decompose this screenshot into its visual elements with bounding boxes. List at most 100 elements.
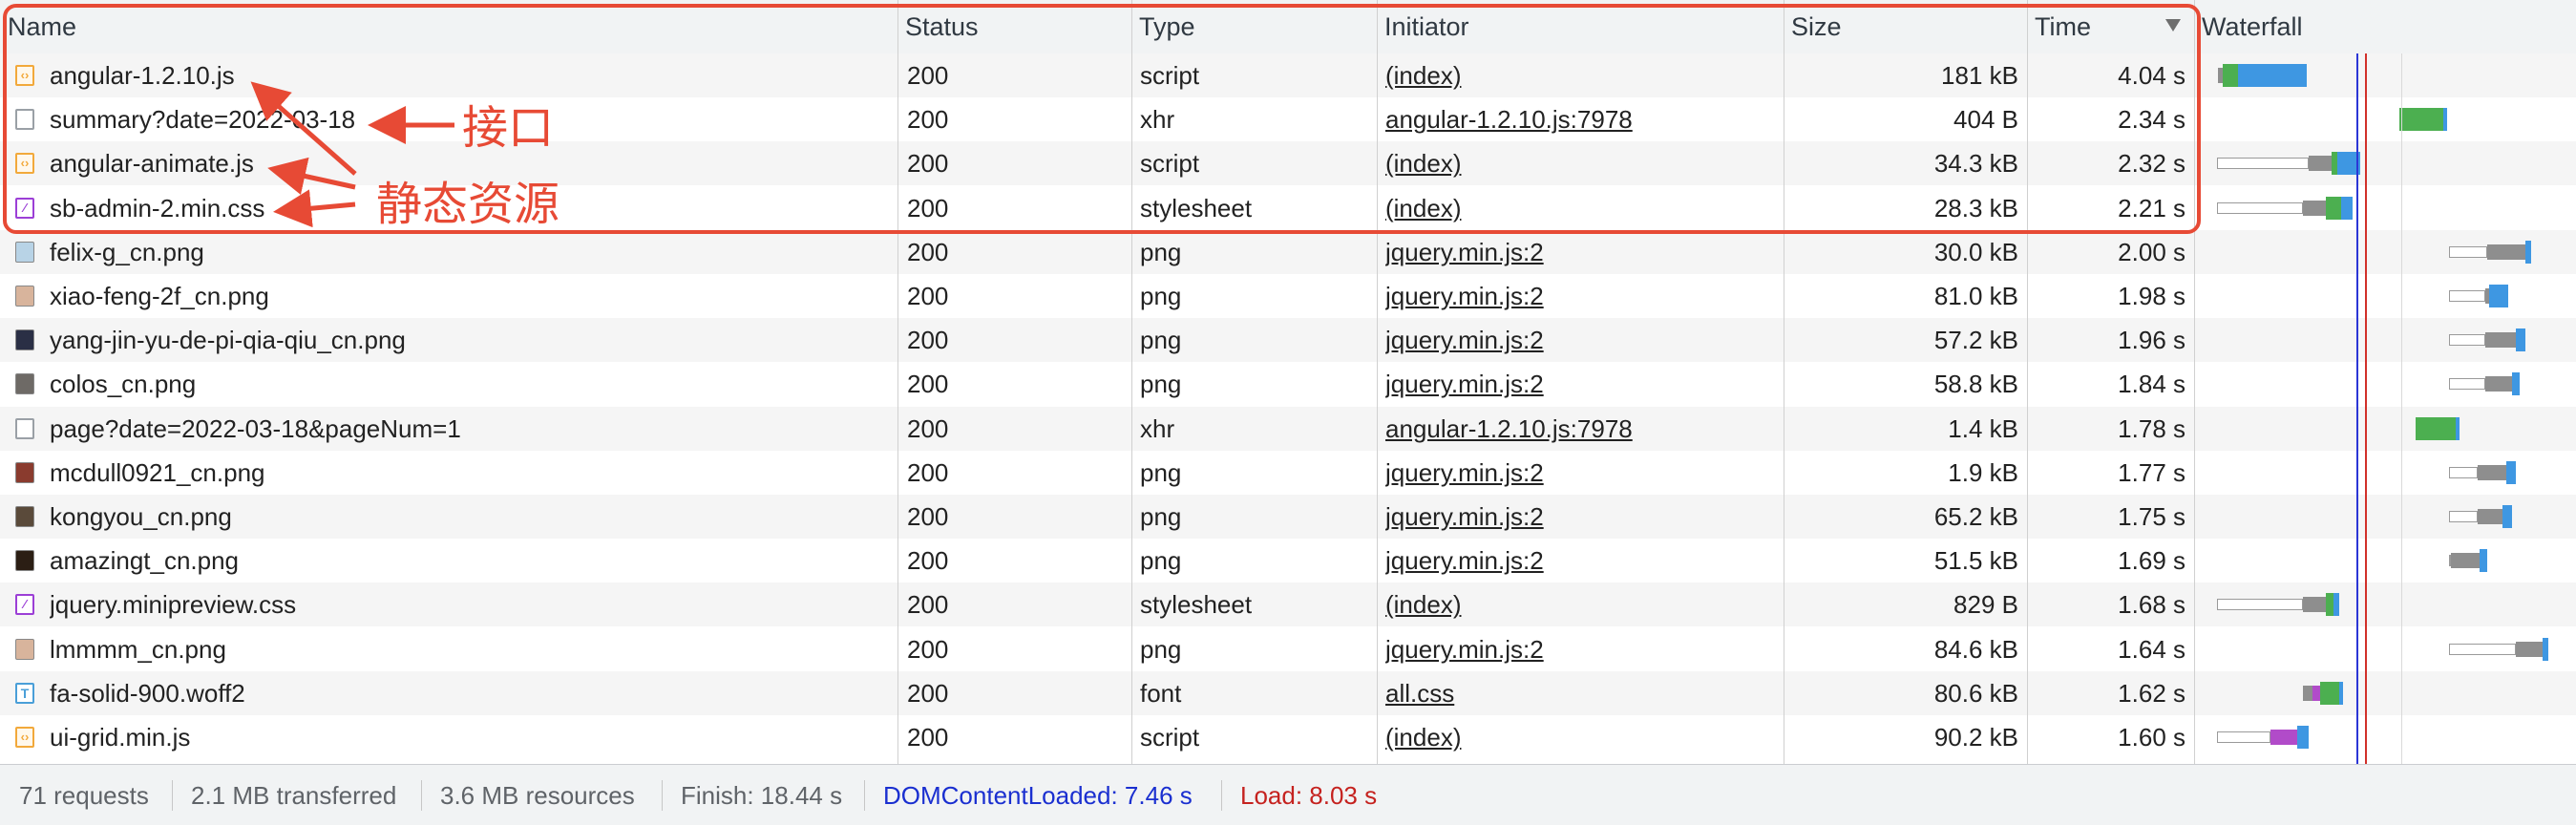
table-row[interactable]: yang-jin-yu-de-pi-qia-qiu_cn.png 200 png jq… xyxy=(0,318,2576,363)
arrow-to-sb-admin-css xyxy=(273,189,356,228)
arrow-to-angular-js xyxy=(250,81,357,176)
request-type: png xyxy=(1140,634,1182,664)
request-name[interactable]: yang-jin-yu-de-pi-qia-qiu_cn.png xyxy=(50,318,890,362)
request-initiator[interactable]: jquery.min.js:2 xyxy=(1385,451,1777,495)
request-name[interactable]: amazingt_cn.png xyxy=(50,539,890,582)
request-time: 1.60 s xyxy=(2118,723,2185,752)
request-name[interactable]: jquery.minipreview.css xyxy=(50,582,890,626)
load-time: Load: 8.03 s xyxy=(1240,781,1378,810)
waterfall-bar-stall xyxy=(2451,553,2480,569)
request-status: 200 xyxy=(907,326,949,355)
request-time: 1.68 s xyxy=(2118,590,2185,620)
request-initiator[interactable]: jquery.min.js:2 xyxy=(1385,362,1777,406)
table-row[interactable]: ⁄ jquery.minipreview.css 200 stylesheet (ind… xyxy=(0,582,2576,627)
waterfall-bar-dl xyxy=(2333,593,2339,617)
waterfall-bar-dl xyxy=(2543,637,2548,661)
table-row[interactable]: Tfa-solid-900.woff2 200 font all.css 80.6 kB… xyxy=(0,670,2576,715)
request-name[interactable]: ui-grid.min.js xyxy=(50,715,890,759)
request-status: 200 xyxy=(907,678,949,708)
request-type: font xyxy=(1140,678,1182,708)
request-name[interactable]: mcdull0921_cn.png xyxy=(50,451,890,495)
image-thumbnail-icon xyxy=(15,506,34,527)
request-status: 200 xyxy=(907,634,949,664)
request-size: 829 B xyxy=(1953,590,2018,620)
annotation-arrows xyxy=(250,81,454,228)
waterfall-bar-dl xyxy=(2456,416,2460,440)
image-thumbnail-icon xyxy=(15,461,34,483)
waterfall-bar-ssl xyxy=(2270,730,2297,745)
request-type: script xyxy=(1140,723,1200,752)
request-status: 200 xyxy=(907,457,949,487)
request-type: stylesheet xyxy=(1140,590,1253,620)
image-thumbnail-icon xyxy=(15,638,34,660)
request-status: 200 xyxy=(907,546,949,576)
request-initiator[interactable]: all.css xyxy=(1385,671,1777,715)
request-status: 200 xyxy=(907,723,949,752)
waterfall-bar-wait xyxy=(2326,593,2333,617)
request-type: png xyxy=(1140,370,1182,399)
table-row[interactable]: mcdull0921_cn.png 200 png jquery.min.js:2 1.… xyxy=(0,450,2576,495)
status-separator xyxy=(662,780,663,811)
request-status: 200 xyxy=(907,590,949,620)
request-status: 200 xyxy=(907,370,949,399)
request-initiator[interactable]: (index) xyxy=(1385,715,1777,759)
waterfall-bar-stall xyxy=(2478,464,2506,480)
request-initiator[interactable]: jquery.min.js:2 xyxy=(1385,539,1777,582)
request-time: 1.69 s xyxy=(2118,546,2185,576)
waterfall-bar-stall xyxy=(2478,509,2502,524)
request-time: 1.64 s xyxy=(2118,634,2185,664)
font-file-icon: T xyxy=(15,682,34,704)
waterfall-bar-wait xyxy=(2416,416,2456,440)
waterfall-bar-queue xyxy=(2449,466,2478,478)
request-time: 1.75 s xyxy=(2118,502,2185,531)
waterfall-bar-wait xyxy=(2320,681,2339,705)
dom-content-loaded-time: DOMContentLoaded: 7.46 s xyxy=(883,781,1193,810)
table-row[interactable]: colos_cn.png 200 png jquery.min.js:2 58.8 kB… xyxy=(0,362,2576,407)
finish-time: Finish: 18.44 s xyxy=(681,781,843,810)
request-type: png xyxy=(1140,326,1182,355)
waterfall-bar-stall xyxy=(2516,641,2543,657)
annotation-static-resources-label: 静态资源 xyxy=(376,178,560,231)
waterfall-bar-dl xyxy=(2489,285,2508,307)
waterfall-bar-dl xyxy=(2512,372,2520,396)
table-row[interactable]: page?date=2022-03-18&pageNum=1 200 xhr angu… xyxy=(0,406,2576,451)
request-initiator[interactable]: (index) xyxy=(1385,582,1777,626)
waterfall-bar-dl xyxy=(2297,726,2309,749)
request-name[interactable]: page?date=2022-03-18&pageNum=1 xyxy=(50,407,890,451)
image-thumbnail-icon xyxy=(15,373,34,395)
status-separator xyxy=(421,780,422,811)
document-file-icon xyxy=(15,417,34,439)
status-separator xyxy=(864,780,865,811)
waterfall-bar-queue xyxy=(2449,643,2516,655)
status-separator xyxy=(172,780,173,811)
request-size: 1.4 kB xyxy=(1948,413,2018,443)
table-row[interactable]: ‹› ui-grid.min.js 200 script (index) 90.2 kB 1… xyxy=(0,715,2576,759)
arrow-to-angular-animate xyxy=(267,157,356,195)
request-initiator[interactable]: jquery.min.js:2 xyxy=(1385,318,1777,362)
request-size: 58.8 kB xyxy=(1933,370,2018,399)
request-name[interactable]: fa-solid-900.woff2 xyxy=(50,671,890,715)
request-status: 200 xyxy=(907,502,949,531)
waterfall-bar-stall xyxy=(2485,332,2516,349)
resources-size: 3.6 MB resources xyxy=(440,781,635,810)
image-thumbnail-icon xyxy=(15,329,34,351)
request-size: 57.2 kB xyxy=(1933,326,2018,355)
table-row[interactable]: lmmmm_cn.png 200 png jquery.min.js:2 84.6 kB… xyxy=(0,626,2576,671)
waterfall-bar-stall xyxy=(2485,376,2512,392)
request-initiator[interactable]: jquery.min.js:2 xyxy=(1385,495,1777,539)
request-size: 90.2 kB xyxy=(1933,723,2018,752)
waterfall-bar-stall xyxy=(2303,597,2326,613)
request-size: 51.5 kB xyxy=(1933,546,2018,576)
request-name[interactable]: lmmmm_cn.png xyxy=(50,627,890,671)
request-type: png xyxy=(1140,502,1182,531)
waterfall-bar-dl xyxy=(2480,549,2487,573)
request-initiator[interactable]: jquery.min.js:2 xyxy=(1385,627,1777,671)
waterfall-bar-queue xyxy=(2449,378,2485,391)
request-name[interactable]: colos_cn.png xyxy=(50,362,890,406)
request-name[interactable]: kongyou_cn.png xyxy=(50,495,890,539)
status-separator xyxy=(1221,780,1222,811)
table-row[interactable]: kongyou_cn.png 200 png jquery.min.js:2 65.2 … xyxy=(0,495,2576,539)
request-initiator[interactable]: angular-1.2.10.js:7978 xyxy=(1385,407,1777,451)
request-time: 1.96 s xyxy=(2118,326,2185,355)
table-row[interactable]: amazingt_cn.png 200 png jquery.min.js:2 51.5… xyxy=(0,539,2576,583)
